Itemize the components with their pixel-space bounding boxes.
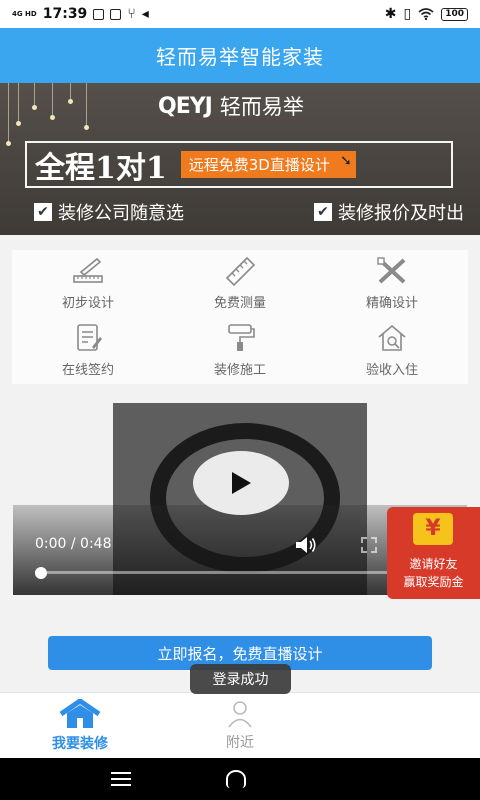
play-icon	[232, 472, 251, 494]
pendant-lamp	[32, 83, 37, 110]
home-icon	[59, 699, 101, 728]
mute-icon: ◂	[141, 6, 149, 22]
wifi-icon	[418, 8, 434, 20]
bluetooth-icon: ✱	[384, 6, 397, 22]
toast-message: 登录成功	[190, 664, 291, 694]
tab-label: 附近	[226, 735, 254, 751]
feature-check-label: 装修公司随意选	[58, 203, 184, 224]
promo-banner[interactable]: QEYJ 轻而易举 全程1对1 远程免费3D直播设计 ➘ ✔ 装修公司随意选 ✔ …	[0, 83, 480, 235]
tab-nearby[interactable]: 附近	[180, 693, 300, 759]
contract-icon	[77, 324, 102, 351]
design-tools-icon	[377, 257, 406, 284]
step-label: 装修施工	[213, 363, 266, 378]
slogan-tag: 远程免费3D直播设计 ➘	[180, 151, 356, 178]
status-bar: 4G HD 17:39 ⑂ ◂ ✱ ▯ 100	[0, 0, 480, 28]
play-button[interactable]	[193, 451, 289, 515]
pendant-lamp	[16, 83, 21, 126]
logo-mark: QEYJ	[158, 93, 213, 119]
pendant-lamp	[84, 83, 89, 130]
page-title: 轻而易举智能家装	[156, 45, 324, 69]
status-time: 17:39	[42, 6, 88, 22]
invite-line-2: 赢取奖励金	[403, 575, 464, 589]
pendant-lamp	[6, 83, 11, 146]
home-nav-icon[interactable]	[226, 770, 246, 788]
network-indicator: 4G HD	[12, 9, 37, 18]
vibrate-icon: ▯	[403, 6, 412, 22]
slogan-tag-text: 远程免费3D直播设计	[188, 156, 330, 174]
location-icon	[228, 701, 252, 728]
feature-check-label: 装修报价及时出	[338, 203, 464, 224]
step-online-contract[interactable]: 在线签约	[12, 317, 164, 384]
invite-line-1: 邀请好友	[409, 557, 458, 571]
step-label: 在线签约	[61, 363, 114, 378]
pendant-lamp	[50, 83, 55, 120]
feature-checks: ✔ 装修公司随意选 ✔ 装修报价及时出	[34, 199, 464, 225]
video-progress-thumb[interactable]	[35, 567, 47, 579]
step-label: 验收入住	[365, 363, 418, 378]
step-label: 精确设计	[365, 296, 418, 311]
menu-icon[interactable]	[110, 772, 132, 786]
process-steps: 初步设计 免费测量 精确设计 在线签约 装修施工 验收入住	[12, 250, 468, 384]
fullscreen-icon[interactable]	[361, 537, 377, 553]
brand-logo: QEYJ 轻而易举	[158, 91, 304, 121]
step-precise-design[interactable]: 精确设计	[316, 250, 468, 317]
cursor-icon: ➘	[340, 153, 352, 169]
volume-icon[interactable]	[295, 536, 317, 554]
house-inspect-icon	[378, 324, 406, 351]
feature-check: ✔ 装修报价及时出	[314, 199, 464, 225]
slogan-box: 全程1对1 远程免费3D直播设计 ➘	[25, 141, 453, 188]
app-notification-icon	[110, 8, 122, 20]
video-time: 0:00 / 0:48	[35, 536, 112, 552]
step-free-measure[interactable]: 免费测量	[164, 250, 316, 317]
usb-icon: ⑂	[127, 6, 136, 22]
app-header: 轻而易举智能家装	[0, 28, 480, 83]
feature-check: ✔ 装修公司随意选	[34, 199, 184, 225]
step-label: 免费测量	[213, 296, 266, 311]
checkbox-icon: ✔	[314, 203, 332, 221]
step-initial-design[interactable]: 初步设计	[12, 250, 164, 317]
step-acceptance[interactable]: 验收入住	[316, 317, 468, 384]
slogan-main: 全程1对1	[35, 150, 167, 186]
tape-measure-icon	[225, 256, 256, 286]
step-construction[interactable]: 装修施工	[164, 317, 316, 384]
step-label: 初步设计	[61, 296, 114, 311]
ruler-pencil-icon	[73, 257, 103, 283]
pendant-lamp	[68, 83, 73, 104]
tab-renovate[interactable]: 我要装修	[20, 693, 140, 759]
coin-icon: ¥	[413, 513, 453, 545]
invite-friends-badge[interactable]: ¥ 邀请好友 赢取奖励金	[387, 507, 480, 599]
video-progress-track[interactable]	[35, 571, 445, 574]
checkbox-icon: ✔	[34, 203, 52, 221]
tab-label: 我要装修	[52, 736, 108, 752]
bottom-tab-bar: 我要装修 附近	[0, 692, 480, 758]
paint-roller-icon	[228, 324, 255, 351]
logo-text: 轻而易举	[219, 95, 304, 119]
message-icon	[93, 8, 105, 20]
battery-icon: 100	[441, 7, 468, 21]
system-nav-bar	[0, 758, 480, 800]
